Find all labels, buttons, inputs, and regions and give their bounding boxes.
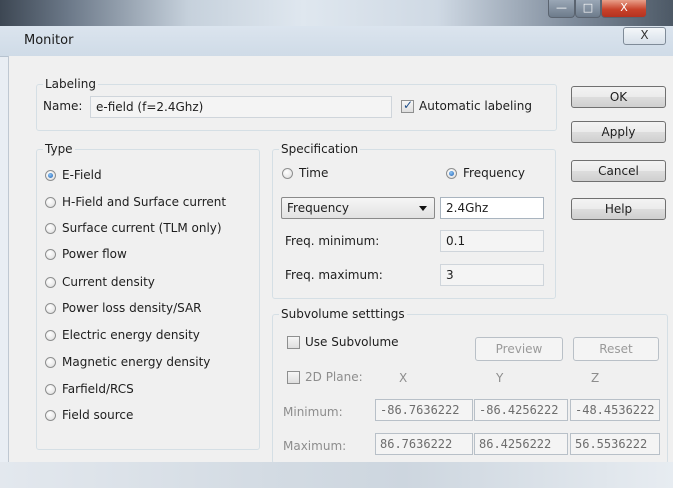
type-option-radio[interactable]: Surface current (TLM only) [45, 221, 222, 235]
type-option-label: Power flow [62, 247, 127, 261]
freq-minimum-field[interactable]: 0.1 [440, 230, 544, 252]
maximum-y-field[interactable]: 86.4256222 [474, 433, 568, 455]
apply-button[interactable]: Apply [571, 121, 666, 143]
minimum-z-field[interactable]: -48.4536222 [570, 399, 660, 421]
radio-unselected-icon [45, 409, 56, 421]
automatic-labeling-label: Automatic labeling [419, 99, 532, 113]
freq-maximum-label: Freq. maximum: [285, 268, 383, 282]
type-option-label: Farfield/RCS [62, 382, 134, 396]
checkbox-unchecked-icon [287, 370, 300, 384]
type-option-radio[interactable]: Current density [45, 275, 155, 289]
help-button[interactable]: Help [571, 198, 666, 220]
minimum-x-field[interactable]: -86.7636222 [375, 399, 473, 421]
maximize-button[interactable]: □ [575, 0, 601, 18]
checkbox-unchecked-icon [287, 335, 300, 349]
type-option-label: Electric energy density [62, 328, 200, 342]
close-icon: X [640, 28, 649, 42]
window-frame-top: — □ X [0, 0, 673, 26]
specification-dropdown-value: Frequency [287, 201, 349, 215]
specification-dropdown[interactable]: Frequency [281, 197, 435, 219]
type-option-radio[interactable]: Magnetic energy density [45, 355, 210, 369]
name-label: Name: [43, 99, 83, 113]
time-radio[interactable]: Time [282, 166, 328, 180]
window-frame-bottom [0, 462, 673, 488]
type-option-label: Field source [62, 408, 134, 422]
type-option-label: Surface current (TLM only) [62, 221, 222, 235]
checkbox-checked-icon [401, 98, 414, 113]
radio-unselected-icon [45, 276, 56, 288]
type-option-radio[interactable]: Farfield/RCS [45, 382, 134, 396]
frequency-radio[interactable]: Frequency [446, 166, 525, 180]
axis-z-label: Z [591, 371, 600, 385]
dialog-close-button[interactable]: X [623, 27, 666, 45]
type-option-radio[interactable]: H-Field and Surface current [45, 195, 226, 209]
use-subvolume-label: Use Subvolume [305, 335, 399, 349]
maximum-z-field[interactable]: 56.5536222 [570, 433, 660, 455]
type-option-label: Power loss density/SAR [62, 301, 202, 315]
type-option-radio[interactable]: E-Field [45, 168, 102, 182]
type-legend: Type [43, 142, 75, 156]
use-subvolume-checkbox[interactable]: Use Subvolume [287, 335, 399, 349]
maximum-label: Maximum: [283, 439, 347, 453]
subvolume-legend: Subvolume setttings [279, 307, 407, 321]
subvolume-group: Subvolume setttings Use Subvolume Previe… [272, 307, 668, 464]
type-option-radio[interactable]: Electric energy density [45, 328, 200, 342]
reset-button[interactable]: Reset [573, 337, 659, 361]
name-field[interactable]: e-field (f=2.4Ghz) [90, 96, 392, 118]
freq-minimum-label: Freq. minimum: [285, 234, 380, 248]
2d-plane-label: 2D Plane: [305, 370, 363, 384]
maximum-x-field[interactable]: 86.7636222 [375, 433, 473, 455]
frequency-value-field[interactable]: 2.4Ghz [440, 197, 544, 219]
radio-unselected-icon [45, 196, 56, 208]
2d-plane-checkbox[interactable]: 2D Plane: [287, 370, 363, 384]
automatic-labeling-checkbox[interactable]: Automatic labeling [401, 98, 532, 113]
type-option-label: Current density [62, 275, 155, 289]
minimum-y-field[interactable]: -86.4256222 [474, 399, 568, 421]
dialog-title-bar: Monitor [0, 26, 673, 57]
labeling-group: Labeling Name: e-field (f=2.4Ghz) Automa… [36, 77, 557, 131]
labeling-legend: Labeling [43, 77, 98, 91]
specification-group: Specification Time Frequency Frequency 2… [272, 142, 556, 299]
window-close-button[interactable]: X [601, 0, 647, 18]
axis-y-label: Y [496, 371, 504, 385]
type-option-radio[interactable]: Field source [45, 408, 133, 422]
frequency-radio-label: Frequency [463, 166, 525, 180]
radio-unselected-icon [45, 383, 56, 395]
freq-maximum-field[interactable]: 3 [440, 264, 544, 286]
radio-unselected-icon [282, 167, 293, 179]
minimize-button[interactable]: — [548, 0, 575, 18]
radio-selected-icon [446, 167, 457, 179]
type-option-label: H-Field and Surface current [62, 195, 227, 209]
specification-legend: Specification [279, 142, 361, 156]
radio-unselected-icon [45, 356, 56, 368]
time-radio-label: Time [299, 166, 329, 180]
radio-unselected-icon [45, 222, 56, 234]
chevron-down-icon [419, 206, 427, 211]
radio-unselected-icon [45, 248, 56, 260]
minimum-label: Minimum: [283, 405, 343, 419]
radio-selected-icon [45, 169, 56, 181]
cancel-button[interactable]: Cancel [571, 160, 666, 182]
type-option-label: Magnetic energy density [62, 355, 211, 369]
preview-button[interactable]: Preview [475, 337, 563, 361]
type-group: Type E-Field H-Field and Surface current S… [36, 142, 260, 450]
type-option-label: E-Field [62, 168, 102, 182]
type-option-radio[interactable]: Power loss density/SAR [45, 301, 202, 315]
monitor-dialog: Labeling Name: e-field (f=2.4Ghz) Automa… [8, 56, 673, 464]
dialog-title: Monitor [24, 33, 74, 48]
type-option-radio[interactable]: Power flow [45, 247, 127, 261]
radio-unselected-icon [45, 302, 56, 314]
axis-x-label: X [399, 371, 408, 385]
radio-unselected-icon [45, 329, 56, 341]
ok-button[interactable]: OK [571, 86, 666, 108]
